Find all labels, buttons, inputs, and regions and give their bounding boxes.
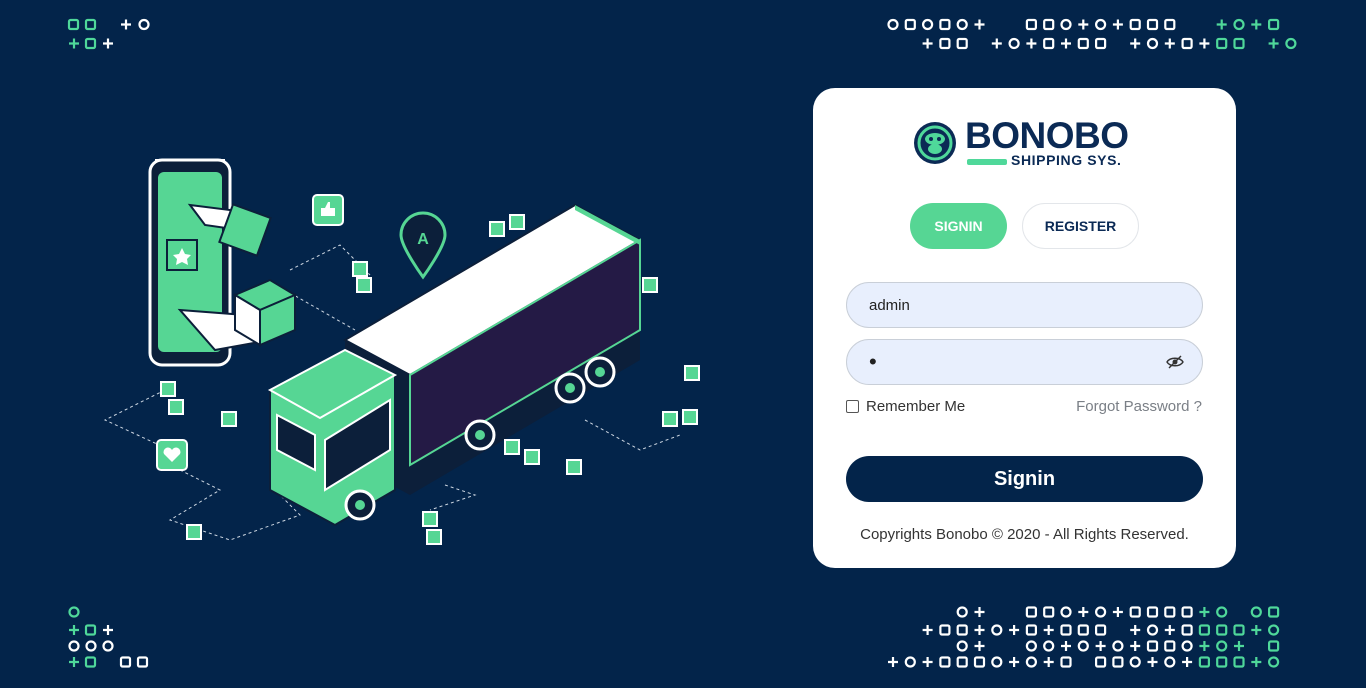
- tab-register[interactable]: REGISTER: [1022, 203, 1139, 249]
- forgot-password-link[interactable]: Forgot Password ?: [1076, 398, 1202, 415]
- bonobo-face-icon: [914, 122, 956, 164]
- signin-button[interactable]: Signin: [846, 456, 1203, 502]
- svg-text:A: A: [417, 231, 429, 248]
- tab-signin[interactable]: SIGNIN: [910, 203, 1007, 249]
- truck-illustration: [267, 203, 643, 527]
- brand-logo: BONOBO SHIPPING SYS.: [911, 115, 1141, 174]
- decor-pattern-bottom-right: [888, 606, 1280, 668]
- brand-subtitle: SHIPPING SYS.: [1011, 152, 1122, 168]
- password-input[interactable]: [846, 339, 1203, 385]
- remember-me-label[interactable]: Remember Me: [866, 398, 965, 415]
- brand-name: BONOBO: [965, 115, 1129, 156]
- remember-me: Remember Me: [846, 398, 965, 415]
- username-input[interactable]: [846, 282, 1203, 328]
- copyright-text: Copyrights Bonobo © 2020 - All Rights Re…: [860, 526, 1189, 543]
- decor-pattern-top-right: [887, 18, 1297, 50]
- brand-underline: [967, 159, 1007, 165]
- login-card: BONOBO SHIPPING SYS. SIGNIN REGISTER Rem…: [813, 88, 1236, 568]
- login-page: { "brand": { "name": "BONOBO", "subtitle…: [0, 0, 1366, 688]
- decor-pattern-bottom-left: [68, 606, 149, 668]
- remember-me-checkbox[interactable]: [846, 400, 859, 413]
- delivery-truck-illustration: A: [103, 158, 700, 545]
- decor-pattern-top-left: [67, 18, 150, 50]
- eye-slash-icon[interactable]: [1166, 355, 1184, 369]
